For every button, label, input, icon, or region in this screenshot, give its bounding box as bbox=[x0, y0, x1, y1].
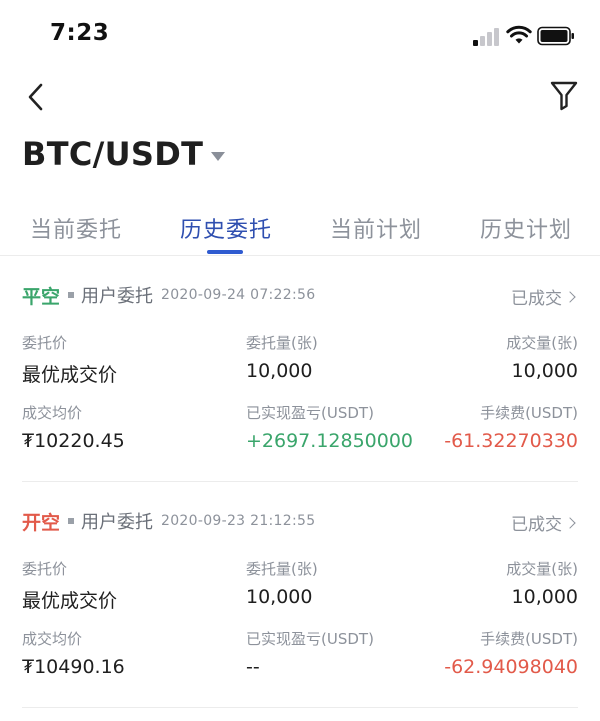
pair-title: BTC/USDT bbox=[22, 135, 204, 173]
pnl-label: 已实现盈亏(USDT) bbox=[246, 630, 374, 648]
order-side: 开空 bbox=[22, 511, 61, 534]
price-value: 最优成交价 bbox=[22, 364, 118, 386]
order-header: 开空 用户委托 2020-09-23 21:12:55 已成交 bbox=[22, 506, 578, 536]
separator-dot bbox=[68, 292, 75, 298]
chevron-right-icon bbox=[564, 516, 576, 529]
dropdown-caret-icon bbox=[211, 151, 226, 161]
order-card[interactable]: 平空 用户委托 2020-09-24 07:22:56 已成交 委托价 委托量(… bbox=[22, 280, 578, 470]
avg-price-label: 成交均价 bbox=[22, 630, 83, 648]
order-card[interactable]: 开空 用户委托 2020-09-23 21:12:55 已成交 委托价 委托量(… bbox=[22, 506, 578, 696]
pnl-value: -- bbox=[246, 656, 260, 678]
back-icon[interactable] bbox=[22, 80, 52, 114]
filled-label: 成交量(张) bbox=[506, 334, 578, 352]
order-time: 2020-09-24 07:22:56 bbox=[161, 287, 316, 303]
fee-value: -61.32270330 bbox=[444, 430, 578, 452]
tab-order-history[interactable]: 历史委托 bbox=[180, 212, 272, 244]
order-status: 已成交 bbox=[511, 289, 562, 309]
filled-value: 10,000 bbox=[511, 360, 578, 382]
order-divider bbox=[22, 707, 578, 708]
order-type: 用户委托 bbox=[81, 512, 154, 533]
avg-price-value: ₮10220.45 bbox=[22, 430, 125, 452]
price-label: 委托价 bbox=[22, 560, 68, 578]
amount-label: 委托量(张) bbox=[246, 334, 318, 352]
signal-icon bbox=[473, 28, 499, 46]
filled-label: 成交量(张) bbox=[506, 560, 578, 578]
avg-price-value: ₮10490.16 bbox=[22, 656, 125, 678]
order-divider bbox=[22, 481, 578, 482]
amount-label: 委托量(张) bbox=[246, 560, 318, 578]
pnl-label: 已实现盈亏(USDT) bbox=[246, 404, 374, 422]
order-status-link[interactable]: 已成交 bbox=[511, 510, 576, 535]
order-type: 用户委托 bbox=[81, 286, 154, 307]
battery-icon bbox=[537, 26, 574, 46]
filter-icon[interactable] bbox=[548, 78, 580, 112]
wifi-icon bbox=[506, 25, 532, 44]
status-bar: 7:23 bbox=[0, 0, 600, 70]
pair-selector[interactable]: BTC/USDT bbox=[22, 132, 226, 176]
order-status: 已成交 bbox=[511, 515, 562, 535]
amount-value: 10,000 bbox=[246, 586, 313, 608]
price-value: 最优成交价 bbox=[22, 590, 118, 612]
avg-price-label: 成交均价 bbox=[22, 404, 83, 422]
separator-dot bbox=[68, 518, 75, 524]
order-side: 平空 bbox=[22, 285, 61, 308]
pnl-value: +2697.12850000 bbox=[246, 430, 414, 452]
tab-current-orders[interactable]: 当前委托 bbox=[30, 212, 122, 244]
fee-label: 手续费(USDT) bbox=[480, 630, 578, 648]
order-header: 平空 用户委托 2020-09-24 07:22:56 已成交 bbox=[22, 280, 578, 310]
chevron-right-icon bbox=[564, 290, 576, 303]
status-time: 7:23 bbox=[50, 20, 110, 46]
fee-label: 手续费(USDT) bbox=[480, 404, 578, 422]
order-tabs: 当前委托 历史委托 当前计划 历史计划 bbox=[0, 206, 600, 256]
amount-value: 10,000 bbox=[246, 360, 313, 382]
tab-current-plans[interactable]: 当前计划 bbox=[330, 212, 422, 244]
order-time: 2020-09-23 21:12:55 bbox=[161, 513, 316, 529]
order-status-link[interactable]: 已成交 bbox=[511, 284, 576, 309]
active-tab-indicator bbox=[207, 250, 243, 254]
fee-value: -62.94098040 bbox=[444, 656, 578, 678]
filled-value: 10,000 bbox=[511, 586, 578, 608]
price-label: 委托价 bbox=[22, 334, 68, 352]
order-history-screen: 7:23 BTC/USDT 当前委托 历史委托 当前计划 历史计划 平空 用户委… bbox=[0, 0, 600, 721]
tab-plan-history[interactable]: 历史计划 bbox=[480, 212, 572, 244]
